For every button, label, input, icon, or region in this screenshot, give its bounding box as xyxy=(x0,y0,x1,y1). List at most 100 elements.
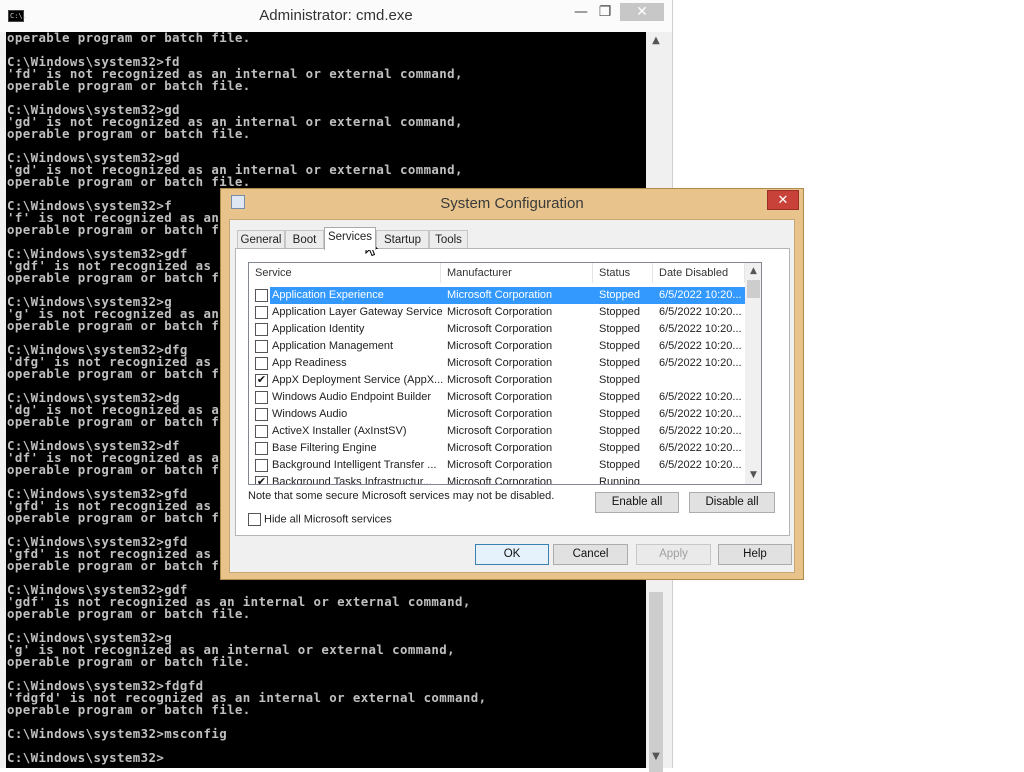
service-status: Stopped xyxy=(599,391,640,403)
console-line: operable program or batch file. xyxy=(7,270,251,285)
services-list[interactable]: Service Manufacturer Status Date Disable… xyxy=(248,262,762,485)
service-checkbox[interactable] xyxy=(255,408,268,421)
console-line: operable program or batch file. xyxy=(7,318,251,333)
service-checkbox[interactable] xyxy=(255,425,268,438)
service-checkbox[interactable] xyxy=(255,323,268,336)
service-name: App Readiness xyxy=(272,357,347,369)
service-checkbox[interactable] xyxy=(255,289,268,302)
console-line: operable program or batch file. xyxy=(7,462,251,477)
service-checkbox[interactable] xyxy=(255,306,268,319)
service-row[interactable]: ✔ AppX Deployment Service (AppX... Microso… xyxy=(249,372,745,389)
tab-general[interactable]: General xyxy=(237,230,285,249)
service-checkbox[interactable] xyxy=(255,442,268,455)
service-row[interactable]: Application Management Microsoft Corporat… xyxy=(249,338,745,355)
service-manufacturer: Microsoft Corporation xyxy=(447,374,553,386)
service-manufacturer: Microsoft Corporation xyxy=(447,357,553,369)
secure-services-note: Note that some secure Microsoft services… xyxy=(248,490,555,502)
service-name: Windows Audio Endpoint Builder xyxy=(272,391,431,403)
service-checkbox[interactable] xyxy=(255,357,268,370)
service-name: Application Experience xyxy=(270,287,444,304)
console-line: operable program or batch file. xyxy=(7,174,251,189)
column-header-manufacturer[interactable]: Manufacturer xyxy=(441,263,593,283)
service-date-disabled xyxy=(659,372,749,389)
cmd-titlebar[interactable]: C:\. Administrator: cmd.exe — ❐ ✕ xyxy=(0,0,672,32)
column-header-date-disabled[interactable]: Date Disabled xyxy=(653,263,745,283)
service-status: Stopped xyxy=(599,306,640,318)
tab-boot[interactable]: Boot xyxy=(285,230,324,249)
console-line: operable program or batch file. xyxy=(7,702,251,717)
service-status: Running xyxy=(599,476,640,485)
service-checkbox[interactable] xyxy=(255,391,268,404)
service-checkbox[interactable] xyxy=(255,340,268,353)
apply-button[interactable]: Apply xyxy=(636,544,711,565)
service-manufacturer: Microsoft Corporation xyxy=(443,287,597,304)
service-row[interactable]: ✔ Background Tasks Infrastructur... Micros… xyxy=(249,474,745,485)
console-line: operable program or batch file. xyxy=(7,510,251,525)
service-checkbox[interactable]: ✔ xyxy=(255,476,268,484)
service-date-disabled xyxy=(659,474,749,484)
close-button[interactable]: ✕ xyxy=(620,3,664,21)
hide-microsoft-services-checkbox[interactable]: Hide all Microsoft services xyxy=(248,513,392,526)
service-row[interactable]: App Readiness Microsoft Corporation Stoppe… xyxy=(249,355,745,372)
tab-tools[interactable]: Tools xyxy=(429,230,468,249)
scroll-up-arrow-icon[interactable]: ▲ xyxy=(646,32,666,50)
service-manufacturer: Microsoft Corporation xyxy=(447,391,553,403)
service-row[interactable]: Background Intelligent Transfer ... Micro… xyxy=(249,457,745,474)
tab-startup[interactable]: Startup xyxy=(376,230,429,249)
hide-microsoft-services-label: Hide all Microsoft services xyxy=(264,513,392,526)
column-header-status[interactable]: Status xyxy=(593,263,653,283)
service-date-disabled: 6/5/2022 10:20... xyxy=(659,459,742,471)
service-status: Stopped xyxy=(599,323,640,335)
service-manufacturer: Microsoft Corporation xyxy=(447,408,553,420)
service-manufacturer: Microsoft Corporation xyxy=(447,323,553,335)
service-date-disabled: 6/5/2022 10:20... xyxy=(659,425,742,437)
dialog-close-button[interactable]: ✕ xyxy=(767,190,799,210)
checkbox-icon[interactable] xyxy=(248,513,261,526)
enable-all-button[interactable]: Enable all xyxy=(595,492,679,513)
service-status: Stopped xyxy=(599,425,640,437)
service-checkbox[interactable] xyxy=(255,459,268,472)
service-name: AppX Deployment Service (AppX... xyxy=(272,374,444,386)
service-status: Stopped xyxy=(599,408,640,420)
service-status: Stopped xyxy=(599,374,640,386)
maximize-button[interactable]: ❐ xyxy=(590,2,620,22)
console-line: operable program or batch file. xyxy=(7,606,251,621)
service-checkbox[interactable]: ✔ xyxy=(255,374,268,387)
ok-button[interactable]: OK xyxy=(475,544,549,565)
service-status: Stopped xyxy=(599,357,640,369)
list-scrollbar[interactable]: ▲ ▼ xyxy=(745,263,761,484)
scroll-down-arrow-icon[interactable]: ▼ xyxy=(646,748,666,766)
service-row[interactable]: ActiveX Installer (AxInstSV) Microsoft Co… xyxy=(249,423,745,440)
console-line: operable program or batch file. xyxy=(7,32,251,45)
dialog-client-area: General Boot Services Startup Tools Serv… xyxy=(229,219,795,573)
service-manufacturer: Microsoft Corporation xyxy=(447,340,553,352)
scroll-down-arrow-icon[interactable]: ▼ xyxy=(745,467,761,484)
service-name: Background Intelligent Transfer ... xyxy=(272,459,437,471)
service-row[interactable]: Application Identity Microsoft Corporatio… xyxy=(249,321,745,338)
service-row[interactable]: Application Experience Microsoft Corporat… xyxy=(249,287,749,304)
service-row[interactable]: Windows Audio Endpoint Builder Microsoft … xyxy=(249,389,745,406)
service-manufacturer: Microsoft Corporation xyxy=(447,476,553,485)
console-line: operable program or batch file. xyxy=(7,558,251,573)
tab-services[interactable]: Services xyxy=(324,227,376,250)
service-name: Windows Audio xyxy=(272,408,348,420)
console-scroll-thumb[interactable] xyxy=(649,592,663,772)
service-row[interactable]: Windows Audio Microsoft Corporation Stoppe… xyxy=(249,406,745,423)
disable-all-button[interactable]: Disable all xyxy=(689,492,775,513)
service-manufacturer: Microsoft Corporation xyxy=(447,425,553,437)
service-row[interactable]: Application Layer Gateway Service Microso… xyxy=(249,304,745,321)
service-date-disabled: 6/5/2022 10:20... xyxy=(659,408,742,420)
service-name: Background Tasks Infrastructur... xyxy=(272,476,432,485)
help-button[interactable]: Help xyxy=(718,544,792,565)
column-header-service[interactable]: Service xyxy=(249,263,441,283)
service-row[interactable]: Base Filtering Engine Microsoft Corporati… xyxy=(249,440,745,457)
service-name: Application Identity xyxy=(272,323,365,335)
console-line: operable program or batch file. xyxy=(7,126,251,141)
system-configuration-dialog: System Configuration ✕ General Boot Serv… xyxy=(220,188,804,580)
service-status: Stopped xyxy=(593,287,655,304)
scroll-up-arrow-icon[interactable]: ▲ xyxy=(745,263,761,280)
service-manufacturer: Microsoft Corporation xyxy=(447,306,553,318)
list-scroll-thumb[interactable] xyxy=(747,280,760,298)
console-line: C:\Windows\system32>msconfig xyxy=(7,726,228,741)
cancel-button[interactable]: Cancel xyxy=(553,544,628,565)
